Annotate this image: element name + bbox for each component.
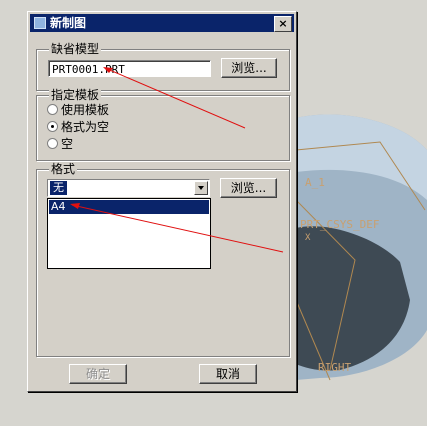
annotation-arrow-line: [104, 67, 246, 129]
annotation-overlay: [70, 67, 284, 253]
annotation-arrow-line: [71, 204, 284, 253]
annotation-arrowhead: [70, 203, 80, 209]
annotation-arrowhead: [103, 67, 113, 73]
